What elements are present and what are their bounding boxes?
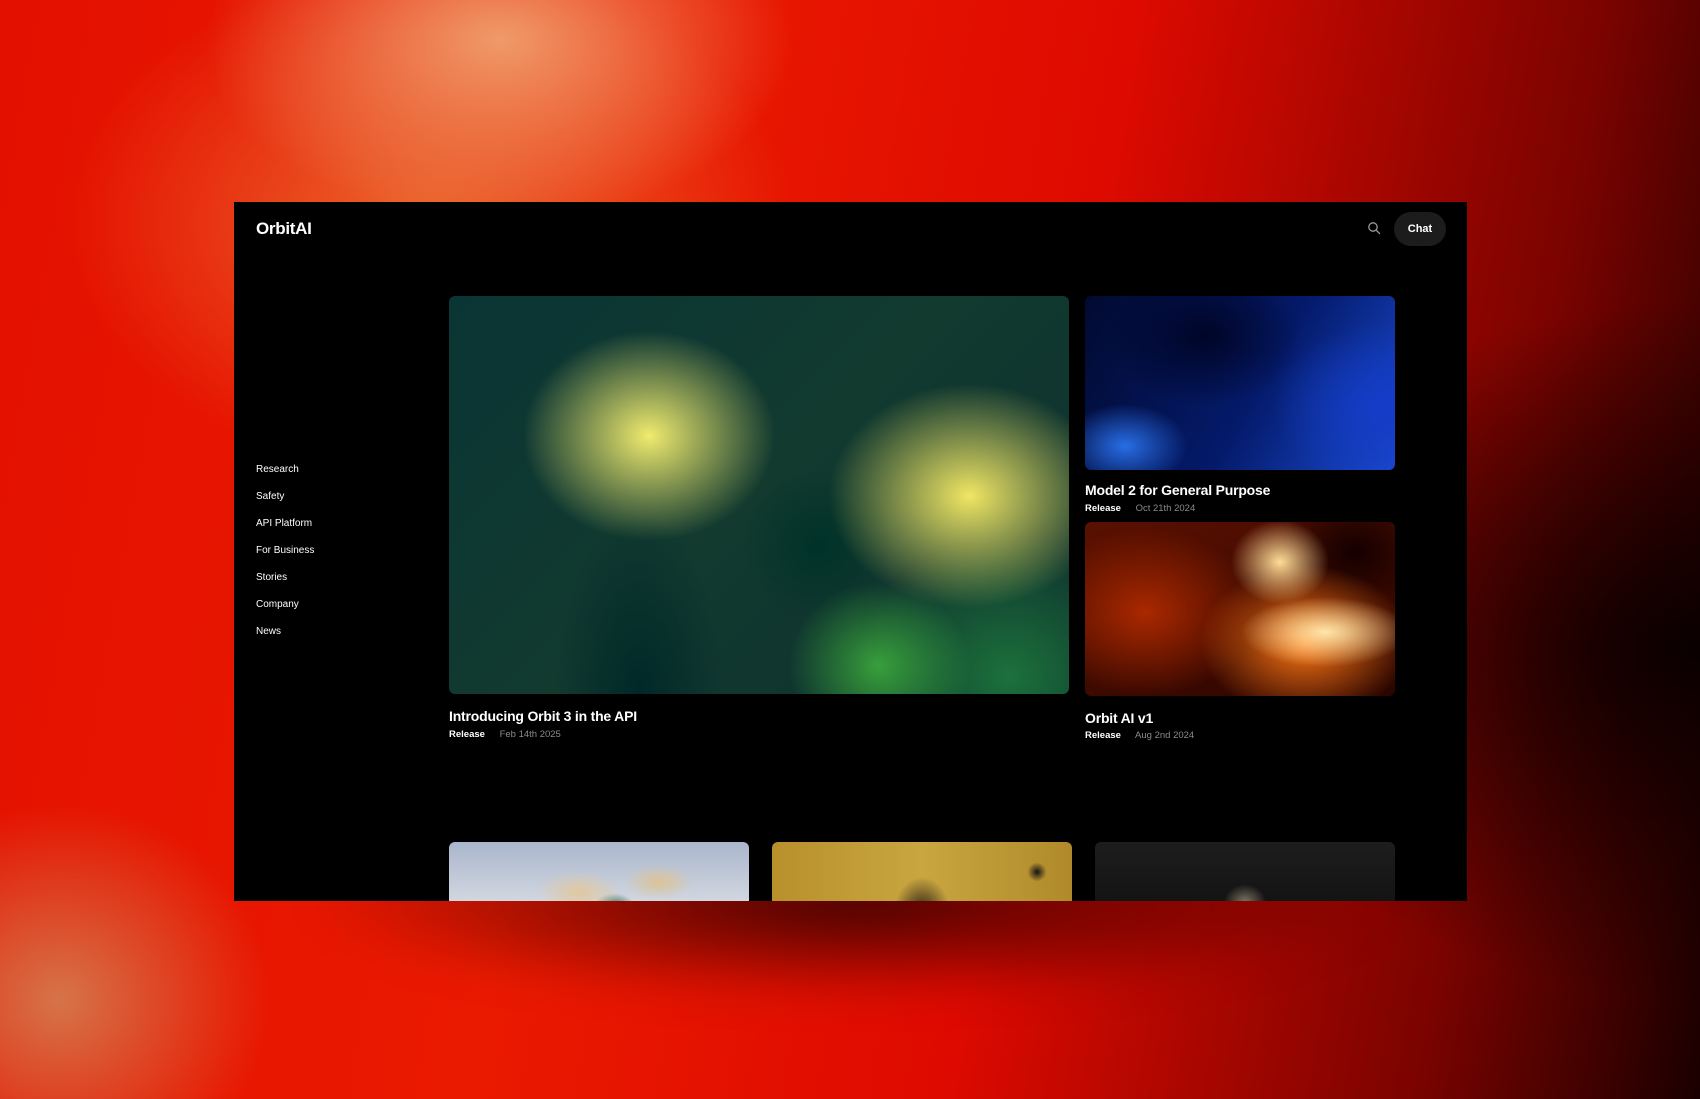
featured-post-date: Feb 14th 2025 [499,729,561,740]
nav-item-safety[interactable]: Safety [256,491,314,518]
nav-item-company[interactable]: Company [256,599,314,626]
side-post-meta-1: Release Oct 21th 2024 [1085,503,1195,514]
side-post-tag-1[interactable]: Release [1085,503,1121,514]
featured-post-meta: Release Feb 14th 2025 [449,729,561,740]
nav-item-stories[interactable]: Stories [256,572,314,599]
side-post-title-2[interactable]: Orbit AI v1 [1085,710,1153,726]
grid-post-image-3[interactable] [1095,842,1395,901]
nav-item-news[interactable]: News [256,626,314,653]
chat-button[interactable]: Chat [1394,212,1446,246]
grid-post-image-2[interactable] [772,842,1072,901]
side-post-date-1: Oct 21th 2024 [1135,503,1196,514]
nav-item-research[interactable]: Research [256,464,314,491]
featured-post-tag[interactable]: Release [449,729,485,740]
sidebar-nav: Research Safety API Platform For Busines… [256,464,314,653]
nav-item-api-platform[interactable]: API Platform [256,518,314,545]
logo[interactable]: OrbitAI [256,219,312,239]
nav-item-for-business[interactable]: For Business [256,545,314,572]
browser-window: OrbitAI Chat Research Safety API Platfor… [234,202,1467,901]
grid-post-image-1[interactable] [449,842,749,901]
side-post-image-2[interactable] [1085,522,1395,696]
featured-post-title[interactable]: Introducing Orbit 3 in the API [449,708,637,724]
featured-post-image[interactable] [449,296,1069,694]
side-post-tag-2[interactable]: Release [1085,730,1121,741]
side-post-title-1[interactable]: Model 2 for General Purpose [1085,482,1270,498]
search-icon[interactable] [1367,221,1381,235]
side-post-date-2: Aug 2nd 2024 [1135,730,1195,741]
side-post-image-1[interactable] [1085,296,1395,470]
side-post-meta-2: Release Aug 2nd 2024 [1085,730,1194,741]
